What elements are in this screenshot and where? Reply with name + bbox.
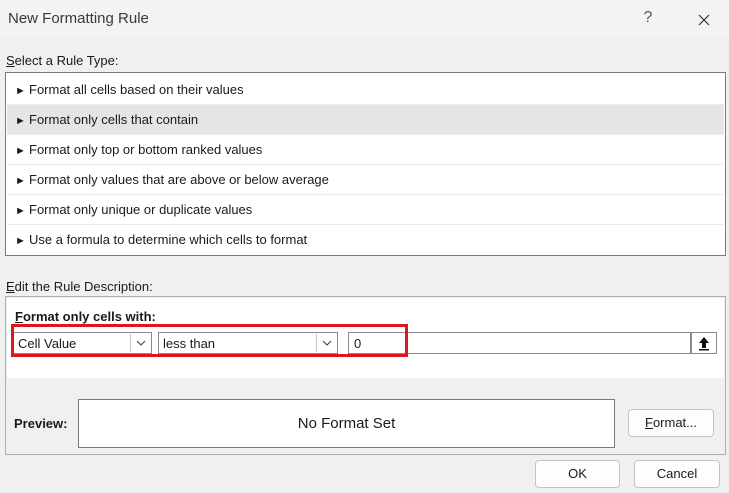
rule-arrow-icon: ► [15,145,26,157]
cancel-button[interactable]: Cancel [634,460,720,488]
close-button[interactable] [690,6,718,32]
format-button[interactable]: Format... [628,409,714,437]
chevron-down-icon [316,334,336,352]
ok-button[interactable]: OK [535,460,620,488]
title-bar: New Formatting Rule ? [0,0,729,38]
rule-item-top-bottom[interactable]: ► Format only top or bottom ranked values [7,135,724,165]
operator-dropdown[interactable]: less than [158,332,338,354]
collapse-arrow-icon [699,337,709,351]
rule-item-cells-that-contain[interactable]: ► Format only cells that contain [7,105,724,135]
rule-arrow-icon: ► [15,175,26,187]
rule-description-label: Edit the Rule Description: [6,279,153,294]
format-only-cells-with-label: Format only cells with: [15,309,156,324]
help-button[interactable]: ? [636,6,660,30]
close-icon [698,14,710,25]
rule-item-unique-duplicate[interactable]: ► Format only unique or duplicate values [7,195,724,225]
preview-box: No Format Set [78,399,615,448]
rule-item-above-below-average[interactable]: ► Format only values that are above or be… [7,165,724,195]
rule-type-label: Select a Rule Type: [6,53,119,68]
rule-arrow-icon: ► [15,235,26,247]
preview-label: Preview: [14,416,68,431]
condition-type-dropdown[interactable]: Cell Value [13,332,152,354]
collapse-dialog-button[interactable] [691,332,717,354]
rule-arrow-icon: ► [15,205,26,217]
rule-description-panel: Format only cells with: Cell Value less … [5,296,726,455]
dialog-title: New Formatting Rule [8,10,149,27]
rule-item-all-cells[interactable]: ► Format all cells based on their values [7,75,724,105]
chevron-down-icon [130,334,150,352]
rule-arrow-icon: ► [15,85,26,97]
value-input[interactable]: 0 [348,332,691,354]
rule-type-list: ► Format all cells based on their values … [5,72,726,256]
rule-arrow-icon: ► [15,115,26,127]
condition-area: Format only cells with: Cell Value less … [7,298,724,378]
rule-item-use-formula[interactable]: ► Use a formula to determine which cells … [7,225,724,255]
